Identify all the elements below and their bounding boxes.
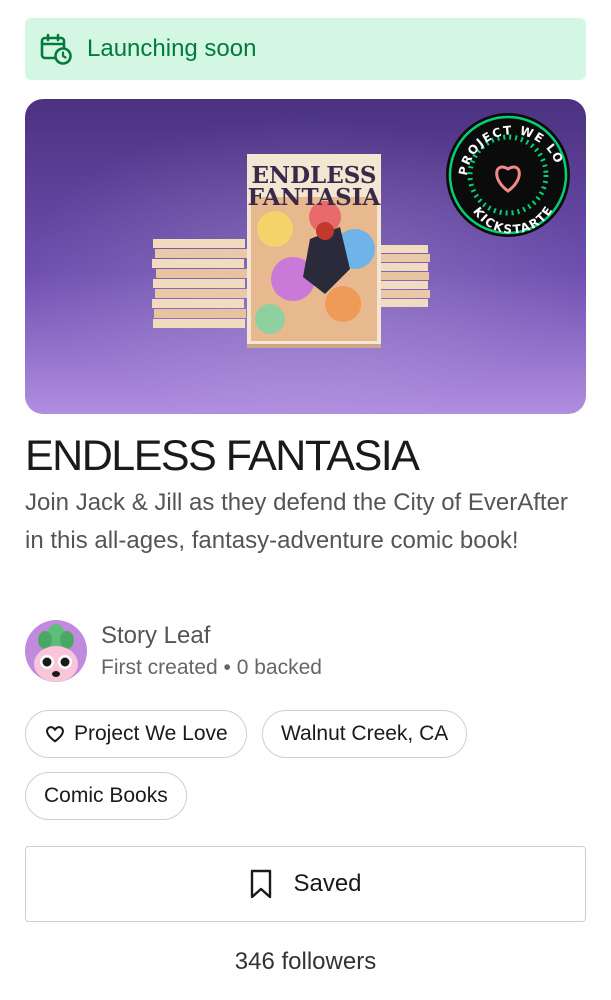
location-tag[interactable]: Walnut Creek, CA: [262, 710, 468, 758]
calendar-clock-icon: [40, 33, 72, 65]
creator-info[interactable]: Story Leaf First created • 0 backed: [25, 620, 585, 684]
bookmark-icon: [251, 869, 272, 899]
heart-icon: [46, 726, 64, 743]
comic-title-line2: FANTASIA: [248, 184, 382, 211]
project-we-love-tag[interactable]: Project We Love: [25, 710, 247, 758]
category-tag[interactable]: Comic Books: [25, 772, 187, 820]
save-button[interactable]: Saved: [25, 846, 586, 922]
project-we-love-label: Project We Love: [74, 722, 228, 745]
launch-status-banner: Launching soon: [25, 18, 586, 80]
project-hero-image[interactable]: ENDLESS FANTASIA PROJECT WE LOVE KICKSTA…: [25, 99, 586, 414]
project-title: ENDLESS FANTASIA: [25, 432, 420, 480]
launch-status-text: Launching soon: [87, 35, 257, 62]
left-book-stack: [152, 239, 248, 328]
creator-avatar[interactable]: [25, 620, 87, 682]
creator-stats: First created • 0 backed: [101, 656, 322, 679]
followers-count: 346 followers: [234, 948, 377, 975]
project-blurb: Join Jack & Jill as they defend the City…: [25, 489, 568, 554]
comic-book-illustration: ENDLESS FANTASIA PROJECT WE LOVE KICKSTA…: [25, 99, 586, 414]
save-button-label: Saved: [293, 870, 362, 897]
creator-name[interactable]: Story Leaf: [101, 622, 210, 650]
